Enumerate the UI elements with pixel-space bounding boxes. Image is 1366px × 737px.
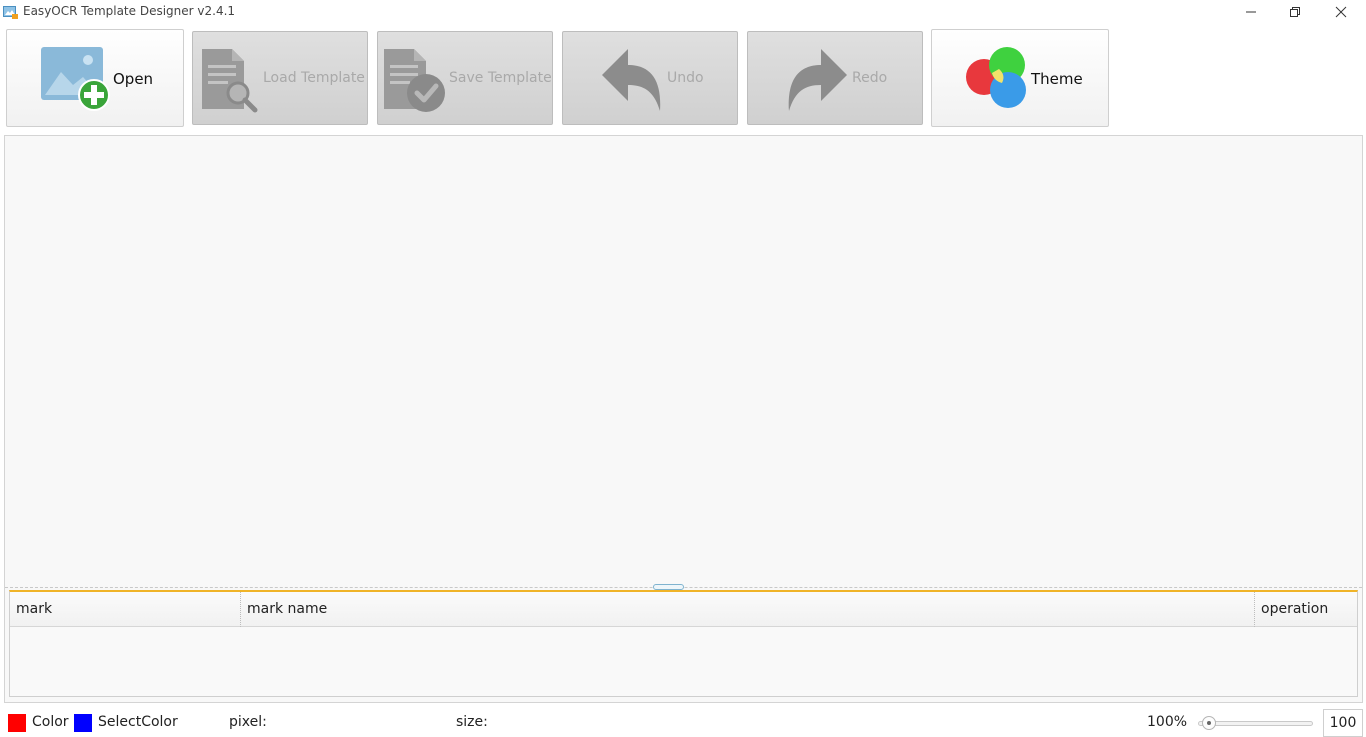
restore-button[interactable] [1272, 0, 1318, 24]
table-header: mark mark name operation [10, 592, 1357, 627]
save-template-label: Save Template [449, 70, 552, 86]
pixel-label: pixel: [229, 714, 267, 730]
open-button[interactable]: Open [6, 29, 184, 127]
undo-label: Undo [667, 70, 704, 86]
select-color-label: SelectColor [98, 714, 178, 730]
undo-icon [598, 45, 664, 117]
close-icon [1335, 6, 1347, 18]
load-template-label: Load Template [263, 70, 365, 86]
save-template-button[interactable]: Save Template [377, 31, 553, 125]
column-header-mark[interactable]: mark [10, 592, 240, 627]
zoom-input[interactable]: 100 [1323, 709, 1363, 737]
open-image-add-icon [41, 47, 113, 115]
minimize-button[interactable] [1228, 0, 1274, 24]
size-label: size: [456, 714, 488, 730]
status-bar: Color SelectColor pixel: size: 100% 100 [0, 706, 1366, 737]
load-template-icon [200, 47, 260, 117]
window-title: EasyOCR Template Designer v2.4.1 [23, 4, 236, 18]
load-template-button[interactable]: Load Template [192, 31, 368, 125]
redo-icon [785, 45, 851, 117]
redo-button[interactable]: Redo [747, 31, 923, 125]
zoom-slider-thumb[interactable] [1202, 716, 1216, 730]
minimize-icon [1246, 11, 1256, 13]
theme-label: Theme [1031, 70, 1083, 88]
color-label: Color [32, 714, 69, 730]
save-template-icon [382, 47, 448, 117]
theme-icon [962, 45, 1028, 115]
restore-icon [1290, 7, 1300, 17]
title-bar: EasyOCR Template Designer v2.4.1 [0, 0, 1366, 24]
undo-button[interactable]: Undo [562, 31, 738, 125]
open-label: Open [113, 70, 154, 88]
close-button[interactable] [1318, 0, 1364, 24]
image-canvas[interactable]: mark mark name operation [4, 135, 1363, 703]
marks-table: mark mark name operation [9, 590, 1358, 697]
theme-button[interactable]: Theme [931, 29, 1109, 127]
column-header-mark-name[interactable]: mark name [240, 592, 1254, 627]
app-icon [3, 4, 18, 19]
select-color-swatch[interactable] [74, 714, 92, 732]
zoom-percent: 100% [1147, 714, 1188, 730]
color-swatch[interactable] [8, 714, 26, 732]
redo-label: Redo [852, 70, 888, 86]
column-header-operation[interactable]: operation [1254, 592, 1357, 627]
